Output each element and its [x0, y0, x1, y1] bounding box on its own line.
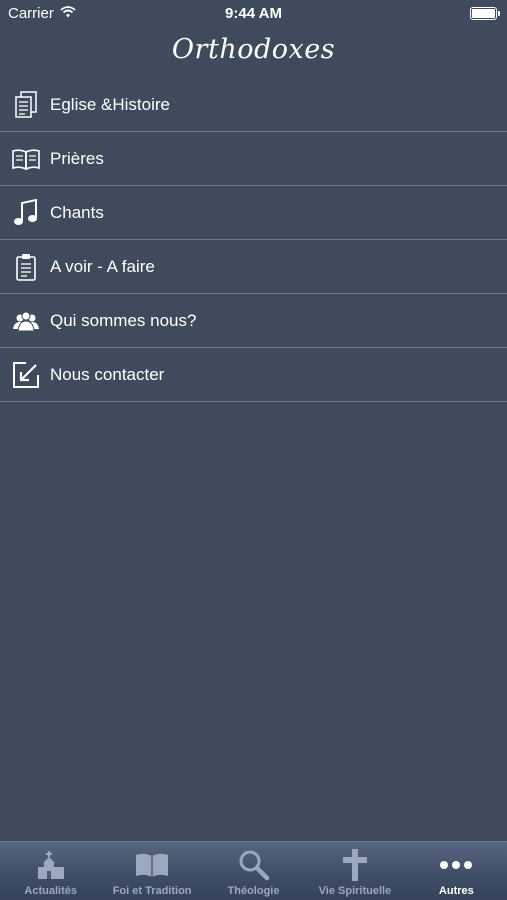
open-book-icon	[12, 145, 40, 173]
music-note-icon	[12, 198, 40, 227]
people-icon	[12, 307, 40, 335]
tab-label: Autres	[438, 885, 474, 897]
tab-actualites[interactable]: Actualités	[0, 842, 101, 900]
tab-foi-et-tradition[interactable]: Foi et Tradition	[101, 842, 202, 900]
menu-item-prieres[interactable]: Prières	[0, 132, 507, 186]
menu-item-chants[interactable]: Chants	[0, 186, 507, 240]
menu-item-label: Nous contacter	[50, 364, 165, 384]
nav-title: Orthodoxes	[171, 34, 336, 65]
tab-label: Foi et Tradition	[112, 885, 192, 897]
cross-icon	[341, 847, 369, 883]
menu-item-a-voir-a-faire[interactable]: A voir - A faire	[0, 240, 507, 294]
menu-item-qui-sommes-nous[interactable]: Qui sommes nous?	[0, 294, 507, 348]
menu-item-eglise-histoire[interactable]: Eglise &Histoire	[0, 78, 507, 132]
menu-item-label: Prières	[50, 148, 104, 168]
tab-vie-spirituelle[interactable]: Vie Spirituelle	[304, 842, 405, 900]
battery-icon	[470, 7, 500, 20]
church-icon	[35, 847, 67, 883]
tab-theologie[interactable]: Théologie	[203, 842, 304, 900]
more-dots-icon	[439, 847, 473, 883]
menu-item-label: Chants	[50, 202, 104, 222]
tab-label: Vie Spirituelle	[318, 885, 392, 897]
menu-list: Eglise &Histoire Prières Chants A voir -…	[0, 78, 507, 402]
status-time: 9:44 AM	[225, 5, 282, 22]
status-bar: Carrier 9:44 AM	[0, 0, 507, 28]
tab-label: Théologie	[227, 885, 280, 897]
menu-item-nous-contacter[interactable]: Nous contacter	[0, 348, 507, 402]
tab-bar: Actualités Foi et Tradition Théologie Vi…	[0, 841, 507, 900]
book-icon	[135, 847, 169, 883]
documents-icon	[12, 90, 40, 119]
compose-icon	[12, 361, 40, 389]
menu-item-label: A voir - A faire	[50, 256, 155, 276]
menu-item-label: Eglise &Histoire	[50, 94, 170, 114]
menu-item-label: Qui sommes nous?	[50, 310, 197, 330]
magnifier-icon	[238, 847, 270, 883]
tab-autres[interactable]: Autres	[406, 842, 507, 900]
clipboard-icon	[12, 253, 40, 281]
tab-label: Actualités	[24, 885, 77, 897]
